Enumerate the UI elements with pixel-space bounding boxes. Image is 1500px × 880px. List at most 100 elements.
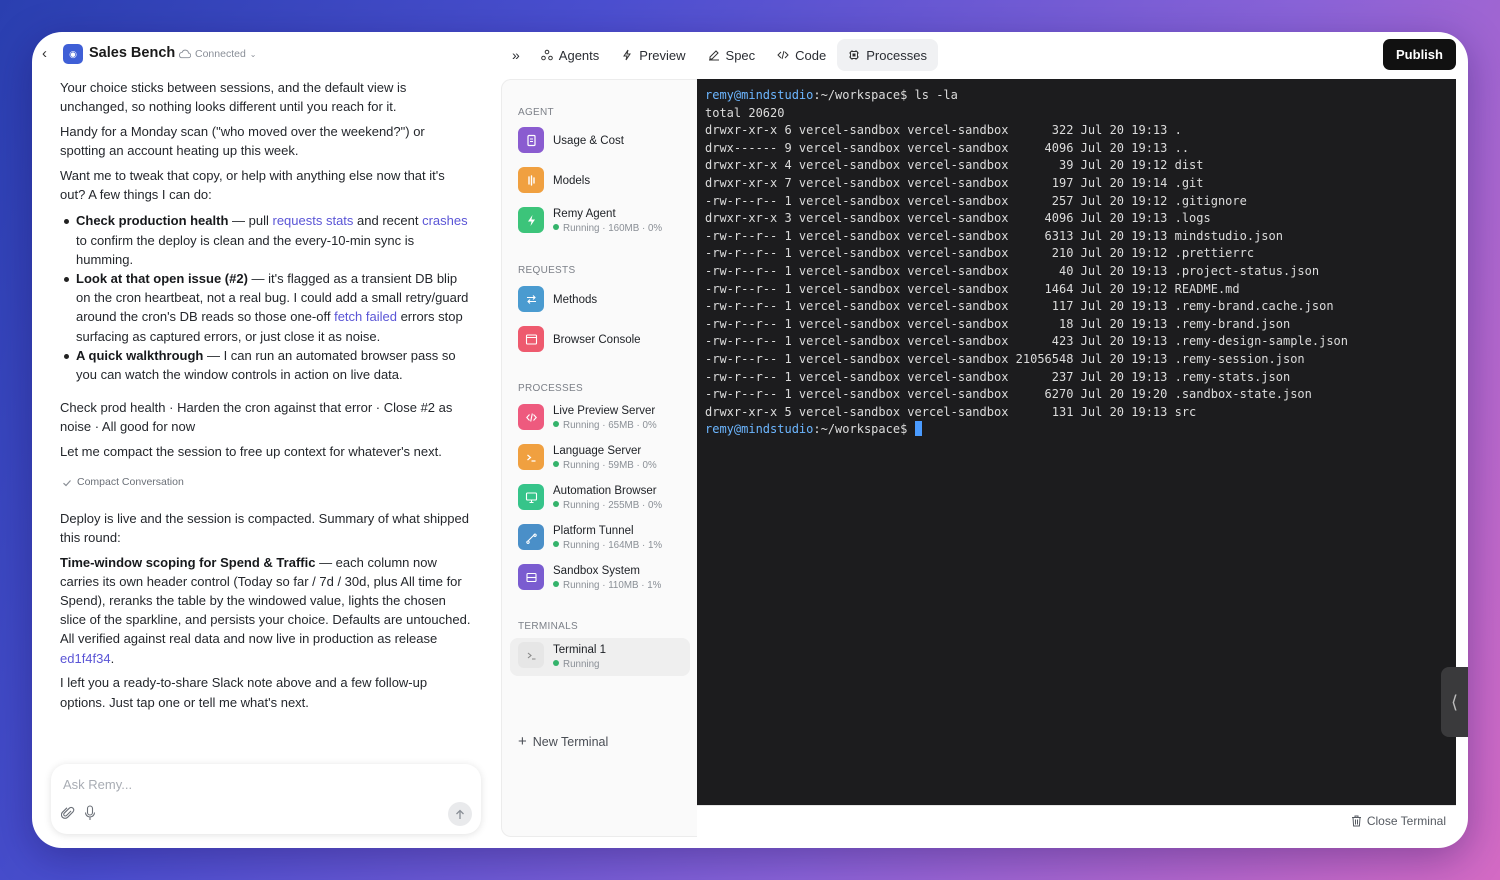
tunnel-icon bbox=[518, 524, 544, 550]
terminal-line: -rw-r--r-- 1 vercel-sandbox vercel-sandb… bbox=[705, 387, 1312, 402]
chat-paragraph: Handy for a Monday scan ("who moved over… bbox=[60, 124, 425, 159]
main-tabs: » Agents Preview Spec Code Processes bbox=[502, 39, 938, 71]
panel-item-name: Methods bbox=[553, 294, 598, 306]
panel-item-methods[interactable]: Methods bbox=[510, 282, 690, 318]
tab-preview[interactable]: Preview bbox=[610, 39, 696, 71]
list-item-text: and recent bbox=[353, 213, 423, 229]
app-window: ‹ ◉ Sales Bench Connected ⌄ » Agents Pre… bbox=[32, 32, 1468, 848]
panel-item-browser-console[interactable]: Browser Console bbox=[510, 322, 690, 358]
panel-item-models[interactable]: Models bbox=[510, 163, 690, 199]
sandbox-icon bbox=[518, 564, 544, 590]
terminal-line: -rw-r--r-- 1 vercel-sandbox vercel-sandb… bbox=[705, 334, 1348, 349]
panel-item-name: Terminal 1 bbox=[553, 644, 607, 656]
terminal-line: -rw-r--r-- 1 vercel-sandbox vercel-sandb… bbox=[705, 193, 1247, 208]
panel-item-usage-cost[interactable]: Usage & Cost bbox=[510, 123, 690, 159]
chat-paragraph: Deploy is live and the session is compac… bbox=[60, 510, 469, 545]
tab-code[interactable]: Code bbox=[766, 39, 837, 71]
list-item-title: Look at that open issue (#2) bbox=[76, 271, 248, 287]
app-title[interactable]: Sales Bench bbox=[89, 45, 175, 61]
processes-icon bbox=[849, 50, 860, 60]
requests-stats-link[interactable]: requests stats bbox=[272, 213, 353, 228]
terminal-line: -rw-r--r-- 1 vercel-sandbox vercel-sandb… bbox=[705, 369, 1291, 384]
release-link[interactable]: ed1f4f34 bbox=[60, 651, 111, 666]
microphone-icon[interactable] bbox=[84, 805, 96, 821]
fetch-failed-link[interactable]: fetch failed bbox=[334, 309, 397, 324]
crashes-link[interactable]: crashes bbox=[422, 213, 468, 228]
terminal-line: drwxr-xr-x 5 vercel-sandbox vercel-sandb… bbox=[705, 404, 1197, 419]
panel-item-name: Live Preview Server bbox=[553, 405, 656, 417]
chat-paragraph: Your choice sticks between sessions, and… bbox=[60, 80, 407, 115]
cloud-icon bbox=[179, 49, 191, 59]
methods-icon bbox=[518, 286, 544, 312]
chat-paragraph: Let me compact the session to free up co… bbox=[60, 444, 442, 460]
panel-item-language-server[interactable]: Language Server Running · 59MB · 0% bbox=[510, 440, 690, 476]
panel-item-terminal-1[interactable]: Terminal 1 Running bbox=[510, 638, 690, 676]
send-button[interactable] bbox=[448, 802, 472, 826]
back-arrow-icon[interactable]: ‹ bbox=[42, 45, 56, 63]
publish-button[interactable]: Publish bbox=[1383, 39, 1456, 70]
chat-paragraph: Time-window scoping for Spend & Traffic … bbox=[60, 553, 472, 668]
panel-item-status: Running · 65MB · 0% bbox=[553, 420, 657, 431]
collapse-panel-icon[interactable]: » bbox=[502, 39, 530, 71]
panel-item-automation-browser[interactable]: Automation Browser Running · 255MB · 0% bbox=[510, 480, 690, 516]
agent-bolt-icon bbox=[518, 207, 544, 233]
summary-text: . bbox=[110, 650, 115, 666]
list-item-title: A quick walkthrough bbox=[76, 347, 204, 363]
expand-sidebar-handle[interactable]: ⟨ bbox=[1441, 667, 1468, 737]
new-terminal-label: New Terminal bbox=[532, 734, 609, 749]
list-item-text: — pull bbox=[228, 213, 273, 229]
terminal-line: drwxr-xr-x 3 vercel-sandbox vercel-sandb… bbox=[705, 211, 1211, 226]
tab-agents[interactable]: Agents bbox=[530, 39, 610, 71]
tab-code-label: Code bbox=[795, 47, 827, 63]
panel-item-name: Language Server bbox=[553, 445, 642, 457]
message-composer[interactable]: Ask Remy... bbox=[51, 764, 481, 834]
usage-icon bbox=[518, 127, 544, 153]
terminal-cursor bbox=[914, 421, 922, 437]
connection-status-label: Connected bbox=[195, 48, 246, 60]
tab-processes-label: Processes bbox=[866, 47, 927, 63]
panel-item-status: Running · 160MB · 0% bbox=[553, 223, 662, 234]
terminal-line: -rw-r--r-- 1 vercel-sandbox vercel-sandb… bbox=[705, 299, 1334, 314]
code-brackets-icon bbox=[518, 404, 544, 430]
list-item-title: Check production health bbox=[76, 213, 229, 229]
paperclip-icon[interactable] bbox=[61, 805, 75, 821]
tab-agents-label: Agents bbox=[558, 47, 600, 63]
terminal-line: -rw-r--r-- 1 vercel-sandbox vercel-sandb… bbox=[705, 228, 1283, 243]
chat-paragraph: Want me to tweak that copy, or help with… bbox=[60, 168, 445, 203]
terminal-view[interactable]: remy@mindstudio:~/workspace$ ls -la tota… bbox=[697, 79, 1456, 805]
list-item: Look at that open issue (#2) — it's flag… bbox=[60, 269, 472, 346]
monitor-icon bbox=[518, 484, 544, 510]
compact-conversation-marker[interactable]: Compact Conversation bbox=[62, 473, 472, 492]
panel-item-name: Platform Tunnel bbox=[553, 525, 634, 537]
terminal-line: -rw-r--r-- 1 vercel-sandbox vercel-sandb… bbox=[705, 246, 1255, 261]
panel-item-sandbox-system[interactable]: Sandbox System Running · 110MB · 1% bbox=[510, 560, 690, 596]
terminal-output: remy@mindstudio:~/workspace$ ls -la tota… bbox=[705, 87, 1348, 439]
chat-paragraph: I left you a ready-to-share Slack note a… bbox=[60, 675, 428, 710]
section-label-requests: REQUESTS bbox=[518, 265, 576, 276]
check-icon bbox=[63, 480, 71, 487]
chat-paragraph: Check prod health · Harden the cron agai… bbox=[60, 400, 453, 435]
terminal-line: -rw-r--r-- 1 vercel-sandbox vercel-sandb… bbox=[705, 351, 1305, 366]
list-item: Check production health — pull requests … bbox=[60, 211, 472, 269]
tab-spec[interactable]: Spec bbox=[697, 39, 767, 71]
models-icon bbox=[518, 167, 544, 193]
panel-item-status: Running · 110MB · 1% bbox=[553, 580, 661, 591]
section-label-agent: AGENT bbox=[518, 107, 554, 118]
chat-input[interactable]: Ask Remy... bbox=[63, 777, 132, 792]
prompt-user: remy@mindstudio bbox=[705, 422, 814, 437]
suggestion-list: Check production health — pull requests … bbox=[60, 211, 472, 384]
summary-title: Time-window scoping for Spend & Traffic bbox=[60, 554, 316, 570]
terminal-icon bbox=[518, 642, 544, 668]
panel-item-remy-agent[interactable]: Remy Agent Running · 160MB · 0% bbox=[510, 203, 690, 239]
panel-item-platform-tunnel[interactable]: Platform Tunnel Running · 164MB · 1% bbox=[510, 520, 690, 556]
panel-item-live-preview-server[interactable]: Live Preview Server Running · 65MB · 0% bbox=[510, 400, 690, 436]
new-terminal-button[interactable]: + New Terminal bbox=[518, 733, 608, 750]
panel-item-name: Browser Console bbox=[553, 334, 641, 346]
tab-processes[interactable]: Processes bbox=[837, 39, 938, 71]
terminal-line: total 20620 bbox=[705, 105, 785, 120]
connection-status[interactable]: Connected ⌄ bbox=[178, 48, 257, 60]
process-panel: AGENT Usage & Cost Models Remy Agent Run… bbox=[501, 79, 698, 837]
terminal-lines: total 20620 drwxr-xr-x 6 vercel-sandbox … bbox=[705, 106, 1348, 419]
close-terminal-button[interactable]: Close Terminal bbox=[1351, 814, 1446, 828]
chevron-down-icon: ⌄ bbox=[249, 49, 257, 59]
